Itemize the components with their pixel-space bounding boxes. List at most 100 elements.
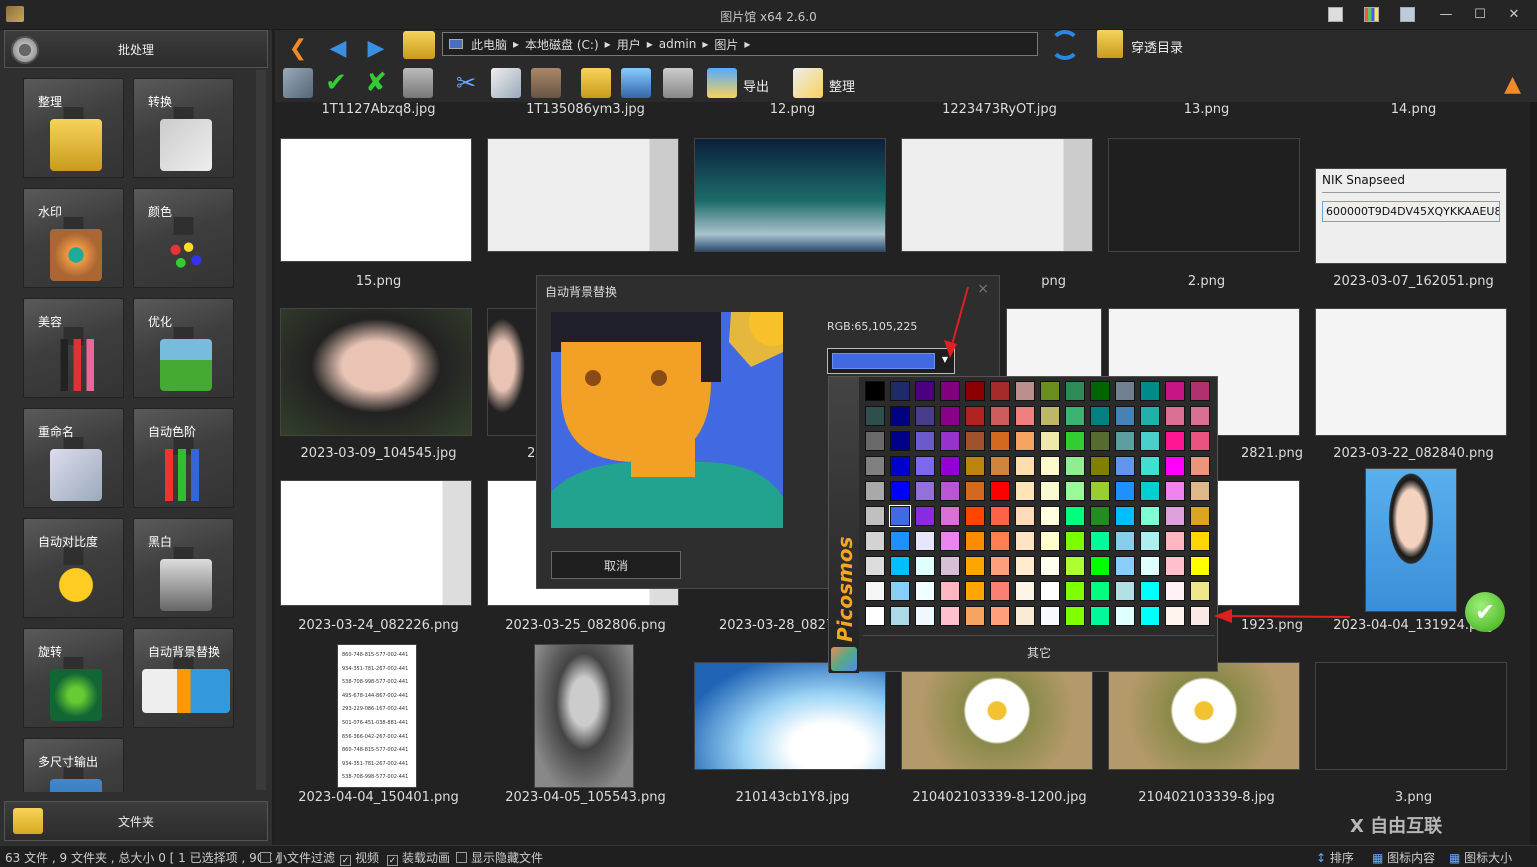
grid-scrollbar[interactable] <box>1530 102 1537 845</box>
checkbox-video[interactable]: ✓ <box>340 855 351 866</box>
collapse-up-icon[interactable]: ▲ <box>1504 72 1521 97</box>
color-swatch[interactable] <box>1140 456 1160 476</box>
color-swatch[interactable] <box>990 431 1010 451</box>
color-swatch[interactable] <box>865 556 885 576</box>
file-name[interactable]: 1T1127Abzq8.jpg <box>275 102 482 117</box>
thumbnail-item[interactable]: 2.png <box>1103 138 1310 310</box>
color-swatch[interactable] <box>1115 406 1135 426</box>
minimize-icon[interactable]: — <box>1438 7 1454 23</box>
tool-multi-size[interactable]: 多尺寸输出 <box>23 738 124 792</box>
color-swatch[interactable] <box>865 456 885 476</box>
color-swatch[interactable] <box>1165 606 1185 626</box>
color-swatch[interactable] <box>1065 556 1085 576</box>
check-icon[interactable]: ✔ <box>321 68 351 98</box>
other-color-button[interactable]: 其它 <box>863 635 1215 669</box>
color-swatch[interactable] <box>1140 581 1160 601</box>
color-swatch[interactable] <box>1015 481 1035 501</box>
color-swatch[interactable] <box>1065 606 1085 626</box>
batch-button[interactable]: 批处理 <box>4 30 268 68</box>
color-swatch[interactable] <box>940 406 960 426</box>
color-swatch[interactable] <box>1165 381 1185 401</box>
file-name[interactable]: 1223473RyOT.jpg <box>896 102 1103 117</box>
color-swatch[interactable] <box>1040 506 1060 526</box>
color-swatch[interactable] <box>1165 506 1185 526</box>
file-name[interactable]: 13.png <box>1103 102 1310 117</box>
checkbox-show-hidden[interactable] <box>456 852 467 863</box>
export-icon[interactable] <box>707 68 737 98</box>
color-swatch[interactable] <box>940 581 960 601</box>
organize-icon[interactable] <box>793 68 823 98</box>
color-swatch[interactable] <box>1140 431 1160 451</box>
thumbnail-item[interactable]: 15.png <box>275 138 482 310</box>
color-swatch[interactable] <box>1140 531 1160 551</box>
layout-icon[interactable] <box>1328 7 1343 22</box>
color-swatch[interactable] <box>890 381 910 401</box>
color-swatch[interactable] <box>1015 606 1035 626</box>
color-swatch[interactable] <box>865 581 885 601</box>
color-swatch[interactable] <box>1190 581 1210 601</box>
color-swatch[interactable] <box>1040 406 1060 426</box>
organize-label[interactable]: 整理 <box>829 76 855 95</box>
color-swatch[interactable] <box>1090 456 1110 476</box>
color-swatch[interactable] <box>965 456 985 476</box>
color-swatch[interactable] <box>940 531 960 551</box>
color-swatch[interactable] <box>865 381 885 401</box>
color-swatch[interactable] <box>1015 406 1035 426</box>
file-name[interactable]: 14.png <box>1310 102 1517 117</box>
color-swatch[interactable] <box>1115 381 1135 401</box>
color-swatch[interactable] <box>1165 406 1185 426</box>
color-swatch[interactable] <box>1140 381 1160 401</box>
color-swatch[interactable] <box>1140 506 1160 526</box>
color-swatch[interactable] <box>1090 531 1110 551</box>
color-swatch[interactable] <box>1190 456 1210 476</box>
checkbox-small-file[interactable] <box>260 852 271 863</box>
color-swatch[interactable] <box>965 431 985 451</box>
color-swatch[interactable] <box>915 531 935 551</box>
color-swatch[interactable] <box>890 406 910 426</box>
color-swatch[interactable] <box>990 556 1010 576</box>
color-swatch[interactable] <box>940 556 960 576</box>
color-swatch[interactable] <box>865 481 885 501</box>
color-swatch[interactable] <box>890 456 910 476</box>
color-dropdown[interactable]: ▼ <box>827 348 955 374</box>
color-swatch[interactable] <box>890 606 910 626</box>
chevron-down-icon[interactable]: ▼ <box>940 354 950 366</box>
dialog-close-icon[interactable]: × <box>977 281 989 297</box>
color-swatch[interactable] <box>915 506 935 526</box>
color-swatch[interactable] <box>965 556 985 576</box>
scissors-icon[interactable]: ✂ <box>451 68 481 98</box>
color-swatch[interactable] <box>1065 406 1085 426</box>
address-bar[interactable]: 此电脑 ▸ 本地磁盘 (C:) ▸ 用户 ▸ admin ▸ 图片 ▸ <box>442 32 1038 56</box>
color-swatch[interactable] <box>1190 506 1210 526</box>
color-swatch[interactable] <box>915 381 935 401</box>
tool-optimize[interactable]: 优化 <box>133 298 234 398</box>
rename-icon-btn[interactable] <box>621 68 651 98</box>
color-swatch[interactable] <box>1115 456 1135 476</box>
sort-button[interactable]: ↕ 排序 <box>1316 849 1354 866</box>
thumbnail-item[interactable]: 2023-03-09_104545.jpg <box>275 308 482 480</box>
color-swatch[interactable] <box>1140 481 1160 501</box>
crumb-sep[interactable]: ▸ <box>513 37 519 51</box>
color-swatch[interactable] <box>1040 431 1060 451</box>
color-swatch[interactable] <box>990 381 1010 401</box>
color-swatch[interactable] <box>1165 581 1185 601</box>
print-icon[interactable] <box>663 68 693 98</box>
back-orange-icon[interactable]: ❮ <box>285 38 311 60</box>
file-name[interactable]: 12.png <box>689 102 896 117</box>
color-swatch[interactable] <box>915 406 935 426</box>
color-swatch[interactable] <box>1090 581 1110 601</box>
color-swatch[interactable] <box>940 381 960 401</box>
checkbox-load-anim[interactable]: ✓ <box>387 855 398 866</box>
folder-tree-icon[interactable] <box>1097 30 1123 58</box>
maximize-icon[interactable]: ☐ <box>1472 7 1488 23</box>
color-swatch[interactable] <box>965 481 985 501</box>
color-swatch[interactable] <box>1165 481 1185 501</box>
tool-black-white[interactable]: 黑白 <box>133 518 234 618</box>
color-swatch[interactable] <box>1015 506 1035 526</box>
color-swatch[interactable] <box>890 581 910 601</box>
color-swatch[interactable] <box>1015 556 1035 576</box>
thumbnail-item[interactable]: 3.png <box>1310 644 1517 816</box>
color-swatch[interactable] <box>1115 481 1135 501</box>
forward-icon[interactable]: ▶ <box>363 38 389 60</box>
crumb-users[interactable]: 用户 <box>617 36 641 53</box>
